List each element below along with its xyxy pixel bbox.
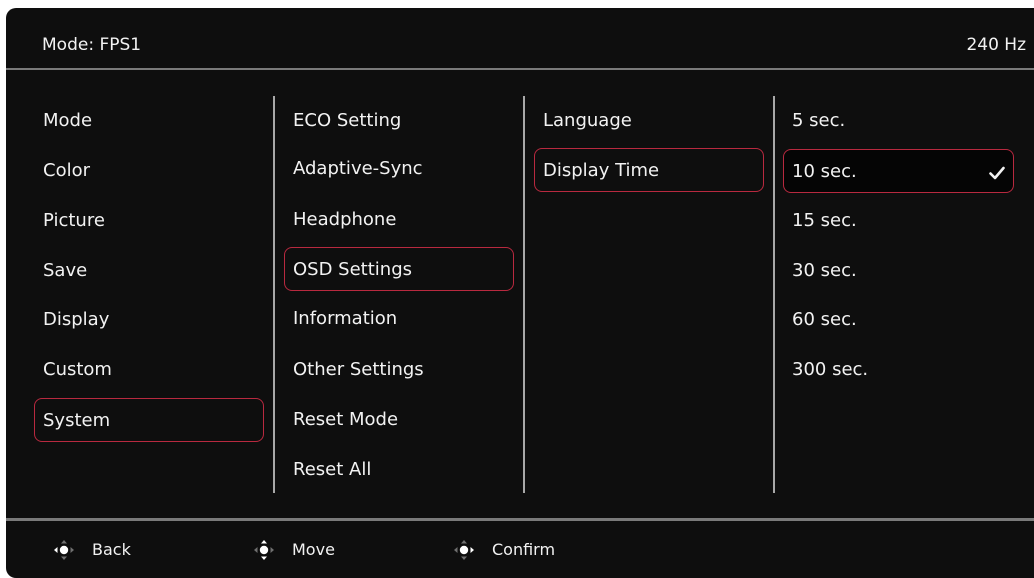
menu-item-system[interactable]: System bbox=[34, 398, 264, 442]
menu-item-adaptive-sync[interactable]: Adaptive-Sync bbox=[284, 147, 514, 191]
menu-item-information[interactable]: Information bbox=[284, 297, 514, 341]
menu-item-language[interactable]: Language bbox=[534, 99, 764, 143]
dpad-updown-icon bbox=[252, 538, 276, 562]
menu-item-custom[interactable]: Custom bbox=[34, 348, 264, 392]
option-5-sec[interactable]: 5 sec. bbox=[783, 99, 1014, 143]
option-30-sec[interactable]: 30 sec. bbox=[783, 249, 1014, 293]
check-icon bbox=[989, 150, 1005, 192]
osd-menu: Mode: FPS1 240 Hz Mode Color Picture Sav… bbox=[6, 8, 1034, 578]
menu-item-other-settings[interactable]: Other Settings bbox=[284, 348, 514, 392]
option-60-sec[interactable]: 60 sec. bbox=[783, 298, 1014, 342]
menu-item-mode[interactable]: Mode bbox=[34, 99, 264, 143]
dpad-left-icon bbox=[52, 538, 76, 562]
footer-confirm-label: Confirm bbox=[492, 540, 556, 559]
column-divider-3 bbox=[773, 96, 775, 493]
option-15-sec[interactable]: 15 sec. bbox=[783, 199, 1014, 243]
footer-move-label: Move bbox=[292, 540, 335, 559]
osd-footer: Back Move Confirm bbox=[6, 521, 1034, 578]
menu-item-color[interactable]: Color bbox=[34, 149, 264, 193]
current-mode-label: Mode: FPS1 bbox=[42, 35, 142, 55]
menu-item-eco-setting[interactable]: ECO Setting bbox=[284, 99, 514, 143]
osd-header: Mode: FPS1 240 Hz bbox=[6, 8, 1034, 68]
option-10-sec[interactable]: 10 sec. bbox=[783, 149, 1014, 193]
menu-item-reset-mode[interactable]: Reset Mode bbox=[284, 398, 514, 442]
footer-back-label: Back bbox=[92, 540, 131, 559]
column-divider-1 bbox=[273, 96, 275, 493]
option-10-sec-label: 10 sec. bbox=[792, 161, 857, 182]
dpad-right-icon bbox=[452, 538, 476, 562]
column-divider-2 bbox=[523, 96, 525, 493]
menu-item-headphone[interactable]: Headphone bbox=[284, 198, 514, 242]
refresh-rate-label: 240 Hz bbox=[966, 35, 1026, 55]
menu-item-display-time[interactable]: Display Time bbox=[534, 148, 764, 192]
menu-item-save[interactable]: Save bbox=[34, 249, 264, 293]
menu-item-reset-all[interactable]: Reset All bbox=[284, 448, 514, 492]
option-300-sec[interactable]: 300 sec. bbox=[783, 348, 1014, 392]
header-divider bbox=[6, 68, 1034, 70]
menu-item-display[interactable]: Display bbox=[34, 298, 264, 342]
menu-item-picture[interactable]: Picture bbox=[34, 199, 264, 243]
menu-item-osd-settings[interactable]: OSD Settings bbox=[284, 247, 514, 291]
